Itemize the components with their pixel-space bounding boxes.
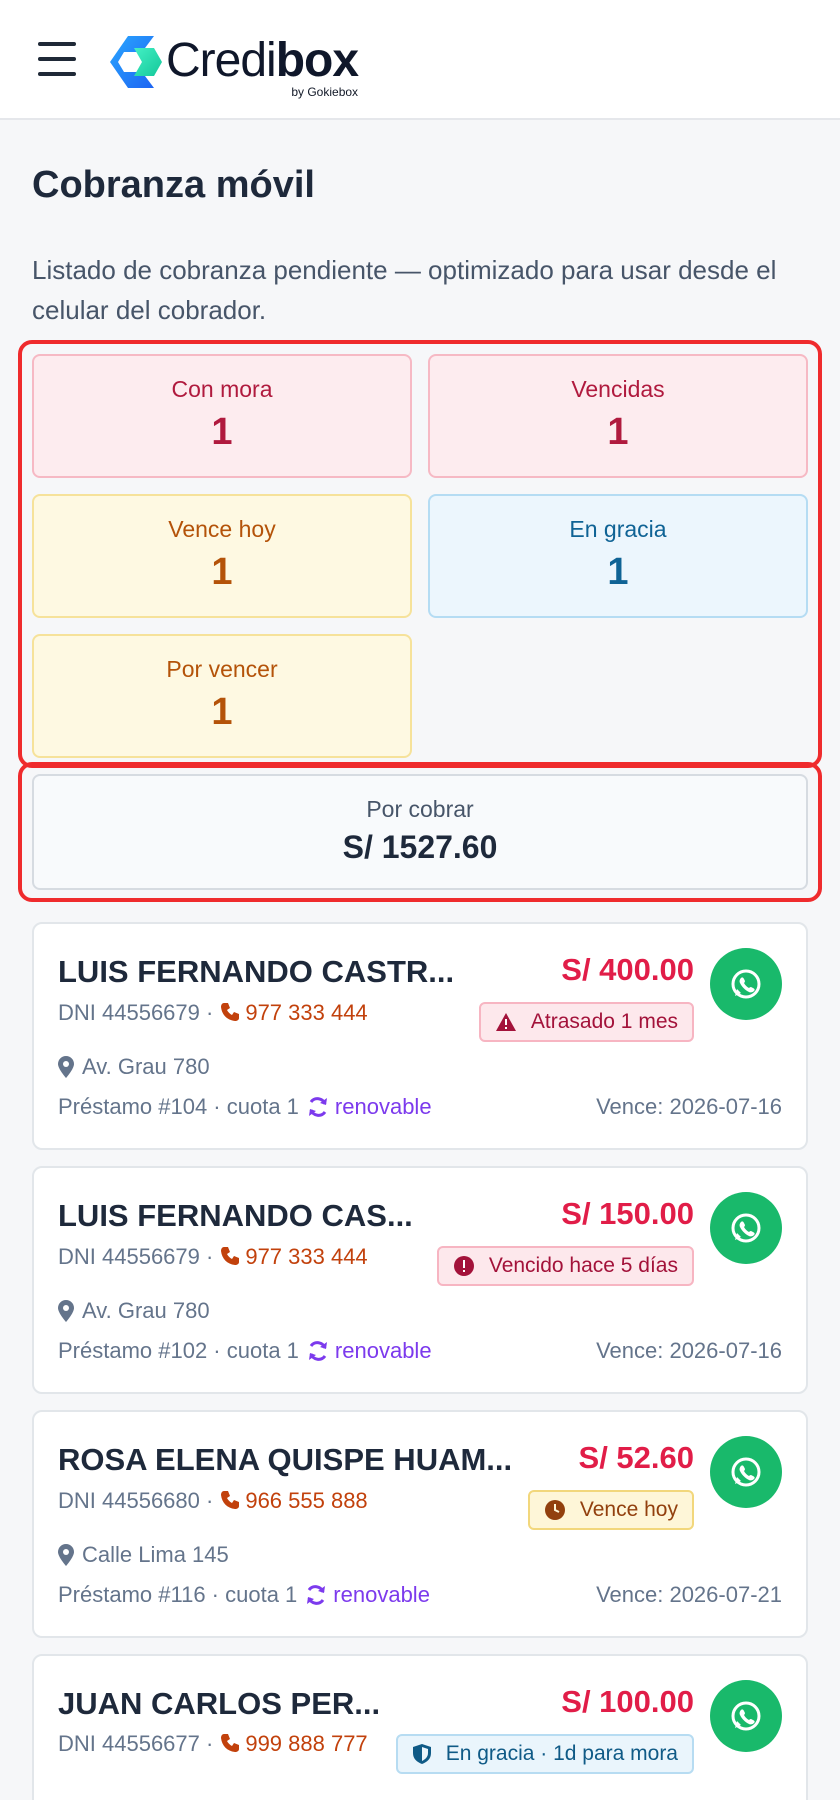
status-badge-text: Atrasado 1 mes — [530, 1010, 678, 1033]
clock-icon — [544, 1500, 565, 1520]
due-date: Vence: 2026-07-16 — [596, 1094, 782, 1119]
brand-byline: by Gokiebox — [291, 85, 359, 99]
phone-icon — [221, 1734, 240, 1752]
client-phone[interactable]: 966 555 888 — [245, 1488, 367, 1513]
top-bar: Credibox by Gokiebox — [0, 0, 840, 120]
whatsapp-icon — [731, 1701, 761, 1731]
total-highlight — [18, 762, 822, 902]
credibox-logo[interactable]: Credibox by Gokiebox — [106, 30, 359, 99]
phone-icon — [221, 1003, 240, 1021]
client-contact: DNI 44556680 · 966 555 888 — [58, 1488, 368, 1514]
amount-due: S/ 52.60 — [578, 1440, 694, 1475]
whatsapp-button[interactable] — [710, 1436, 782, 1508]
amount-due: S/ 100.00 — [561, 1684, 694, 1719]
client-contact: DNI 44556679 · 977 333 444 — [58, 1244, 368, 1270]
page-subtitle: Listado de cobranza pendiente — optimiza… — [32, 255, 777, 325]
whatsapp-button[interactable] — [710, 1192, 782, 1264]
client-address: Av. Grau 780 — [58, 1054, 210, 1080]
status-badge: Vence hoy — [527, 1490, 694, 1530]
map-pin-icon — [58, 1300, 74, 1322]
amount-due: S/ 400.00 — [561, 952, 694, 987]
renovable-label: renovable — [334, 1338, 432, 1363]
whatsapp-button[interactable] — [710, 948, 782, 1020]
amount-due: S/ 150.00 — [561, 1196, 694, 1231]
map-pin-icon — [58, 1056, 74, 1078]
status-badge-text: En gracia · 1d para mora — [445, 1742, 678, 1765]
exclamation-circle-icon — [453, 1256, 474, 1276]
client-dni: DNI 44556679 · — [58, 1244, 214, 1269]
loan-info: Préstamo #116 · cuota 1 renovable — [58, 1582, 430, 1608]
status-badge-text: Vencido hace 5 días — [488, 1254, 678, 1277]
page-title: Cobranza móvil — [32, 164, 315, 206]
shield-icon — [412, 1744, 431, 1764]
client-name: LUIS FERNANDO CASTR... — [58, 954, 455, 989]
client-contact: DNI 44556677 · 999 888 777 — [58, 1728, 378, 1760]
collection-card[interactable]: LUIS FERNANDO CAS... S/ 150.00 DNI 44556… — [32, 1166, 808, 1394]
summary-highlight — [18, 340, 822, 768]
client-address-text: Av. Grau 780 — [82, 1298, 210, 1323]
client-name: ROSA ELENA QUISPE HUAM... — [58, 1442, 513, 1477]
client-address: Calle Lima 145 — [58, 1542, 229, 1568]
warning-icon — [495, 1013, 516, 1031]
client-phone[interactable]: 999 888 777 — [245, 1731, 367, 1756]
refresh-icon — [308, 1097, 327, 1117]
refresh-icon — [308, 1341, 327, 1361]
client-address-text: Av. Grau 780 — [82, 1054, 210, 1079]
renovable-label: renovable — [334, 1094, 432, 1119]
credibox-logo-icon — [110, 36, 162, 88]
client-address-text: Calle Lima 145 — [82, 1542, 229, 1567]
phone-icon — [221, 1247, 240, 1265]
loan-info: Préstamo #104 · cuota 1 renovable — [58, 1094, 432, 1120]
loan-number: Préstamo #102 · cuota 1 — [58, 1338, 299, 1363]
client-dni: DNI 44556679 · — [58, 1000, 214, 1025]
refresh-icon — [307, 1585, 326, 1605]
whatsapp-icon — [731, 969, 761, 999]
client-name: JUAN CARLOS PER... — [58, 1686, 381, 1721]
due-date: Vence: 2026-07-16 — [596, 1338, 782, 1363]
client-address: Av. Grau 780 — [58, 1298, 210, 1324]
status-badge: Atrasado 1 mes — [478, 1002, 694, 1042]
client-dni: DNI 44556680 · — [58, 1488, 214, 1513]
due-date: Vence: 2026-07-21 — [596, 1582, 782, 1607]
client-contact: DNI 44556679 · 977 333 444 — [58, 1000, 368, 1026]
brand-name-bold: box — [275, 34, 359, 87]
collection-card[interactable]: JUAN CARLOS PER... S/ 100.00 DNI 4455667… — [32, 1654, 808, 1800]
client-dni: DNI 44556677 · — [58, 1731, 214, 1756]
loan-number: Préstamo #104 · cuota 1 — [58, 1094, 299, 1119]
brand-name-light: Credi — [166, 34, 277, 87]
whatsapp-icon — [731, 1457, 761, 1487]
client-name: LUIS FERNANDO CAS... — [58, 1198, 413, 1233]
client-phone[interactable]: 977 333 444 — [245, 1000, 367, 1025]
status-badge: En gracia · 1d para mora — [395, 1734, 694, 1774]
status-badge: Vencido hace 5 días — [436, 1246, 694, 1286]
client-phone[interactable]: 977 333 444 — [245, 1244, 367, 1269]
whatsapp-icon — [731, 1213, 761, 1243]
collection-card[interactable]: LUIS FERNANDO CASTR... S/ 400.00 DNI 445… — [32, 922, 808, 1150]
menu-icon[interactable] — [38, 42, 76, 76]
phone-icon — [221, 1491, 240, 1509]
whatsapp-button[interactable] — [710, 1680, 782, 1752]
map-pin-icon — [58, 1544, 74, 1566]
loan-info: Préstamo #102 · cuota 1 renovable — [58, 1338, 432, 1364]
status-badge-text: Vence hoy — [579, 1498, 678, 1521]
loan-number: Préstamo #116 · cuota 1 — [58, 1582, 298, 1607]
collection-card[interactable]: ROSA ELENA QUISPE HUAM... S/ 52.60 DNI 4… — [32, 1410, 808, 1638]
renovable-label: renovable — [333, 1582, 430, 1607]
